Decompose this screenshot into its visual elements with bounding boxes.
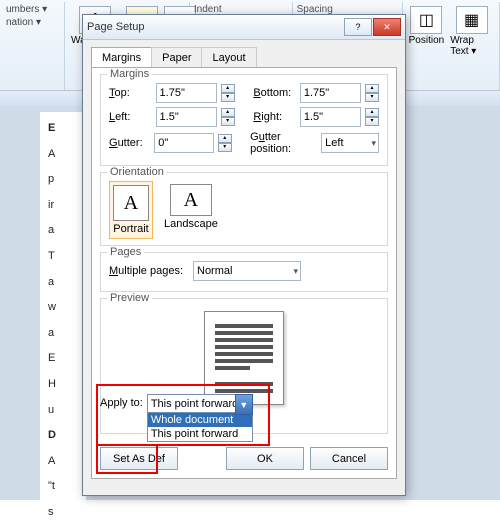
landscape-icon: A [170, 184, 212, 216]
top-input[interactable]: 1.75" [156, 83, 217, 103]
apply-to-select[interactable]: This point forward ▼ Whole document This… [147, 394, 253, 442]
orientation-landscape[interactable]: A Landscape [161, 181, 221, 239]
set-default-button[interactable]: Set As Def [100, 447, 178, 470]
multiple-pages-label: Multiple pages: [109, 265, 189, 277]
position-icon: ◫ [410, 6, 442, 34]
gutter-input[interactable]: 0" [154, 133, 214, 153]
gutter-spinner[interactable]: ▴▾ [218, 134, 232, 152]
right-input[interactable]: 1.5" [300, 107, 361, 127]
portrait-icon: A [113, 185, 149, 221]
bottom-input[interactable]: 1.75" [300, 83, 361, 103]
bottom-spinner[interactable]: ▴▾ [365, 84, 379, 102]
apply-to-label: Apply to: [100, 394, 143, 409]
pages-group: Pages Multiple pages: Normal [100, 252, 388, 292]
apply-to-row: Apply to: This point forward ▼ Whole doc… [100, 394, 253, 442]
top-label: Top: [109, 87, 152, 99]
dialog-title: Page Setup [87, 21, 343, 33]
hyphenation-menu[interactable]: nation ▾ [6, 17, 41, 28]
numbers-menu[interactable]: umbers ▾ [6, 4, 47, 15]
multiple-pages-select[interactable]: Normal [193, 261, 301, 281]
left-label: Left: [109, 111, 152, 123]
cancel-button[interactable]: Cancel [310, 447, 388, 470]
dialog-panel: Margins Top: 1.75" ▴▾ Bottom: 1.75" ▴▾ L… [91, 67, 397, 479]
apply-opt-forward[interactable]: This point forward [148, 427, 252, 441]
margins-group: Margins Top: 1.75" ▴▾ Bottom: 1.75" ▴▾ L… [100, 74, 388, 166]
preview-page [204, 311, 284, 405]
bottom-label: Bottom: [253, 87, 296, 99]
gutter-pos-label: Gutter position: [250, 131, 317, 155]
right-label: Right: [253, 111, 296, 123]
dropdown-icon[interactable]: ▼ [235, 394, 253, 415]
left-spinner[interactable]: ▴▾ [221, 108, 235, 126]
dialog-tabs: Margins Paper Layout [83, 40, 405, 67]
close-button[interactable]: ✕ [373, 18, 401, 36]
position-button[interactable]: ◫ Position [407, 4, 447, 48]
wrap-text-button[interactable]: ▦ Wrap Text ▾ [448, 4, 495, 59]
ok-button[interactable]: OK [226, 447, 304, 470]
document-page: EApiraTawaEHu DA"ts [40, 112, 86, 512]
left-input[interactable]: 1.5" [156, 107, 217, 127]
tab-layout[interactable]: Layout [201, 47, 256, 68]
orientation-portrait[interactable]: A Portrait [109, 181, 153, 239]
gutter-label: Gutter: [109, 137, 150, 149]
page-setup-dialog: Page Setup ? ✕ Margins Paper Layout Marg… [82, 14, 406, 496]
dialog-titlebar[interactable]: Page Setup ? ✕ [83, 15, 405, 40]
top-spinner[interactable]: ▴▾ [221, 84, 235, 102]
help-button[interactable]: ? [344, 18, 372, 36]
tab-paper[interactable]: Paper [151, 47, 202, 68]
apply-opt-whole[interactable]: Whole document [148, 413, 252, 427]
tab-margins[interactable]: Margins [91, 47, 152, 68]
apply-to-dropdown: Whole document This point forward [148, 412, 252, 441]
wrap-icon: ▦ [456, 6, 488, 34]
right-spinner[interactable]: ▴▾ [365, 108, 379, 126]
gutter-pos-select[interactable]: Left [321, 133, 379, 153]
orientation-group: Orientation A Portrait A Landscape [100, 172, 388, 246]
